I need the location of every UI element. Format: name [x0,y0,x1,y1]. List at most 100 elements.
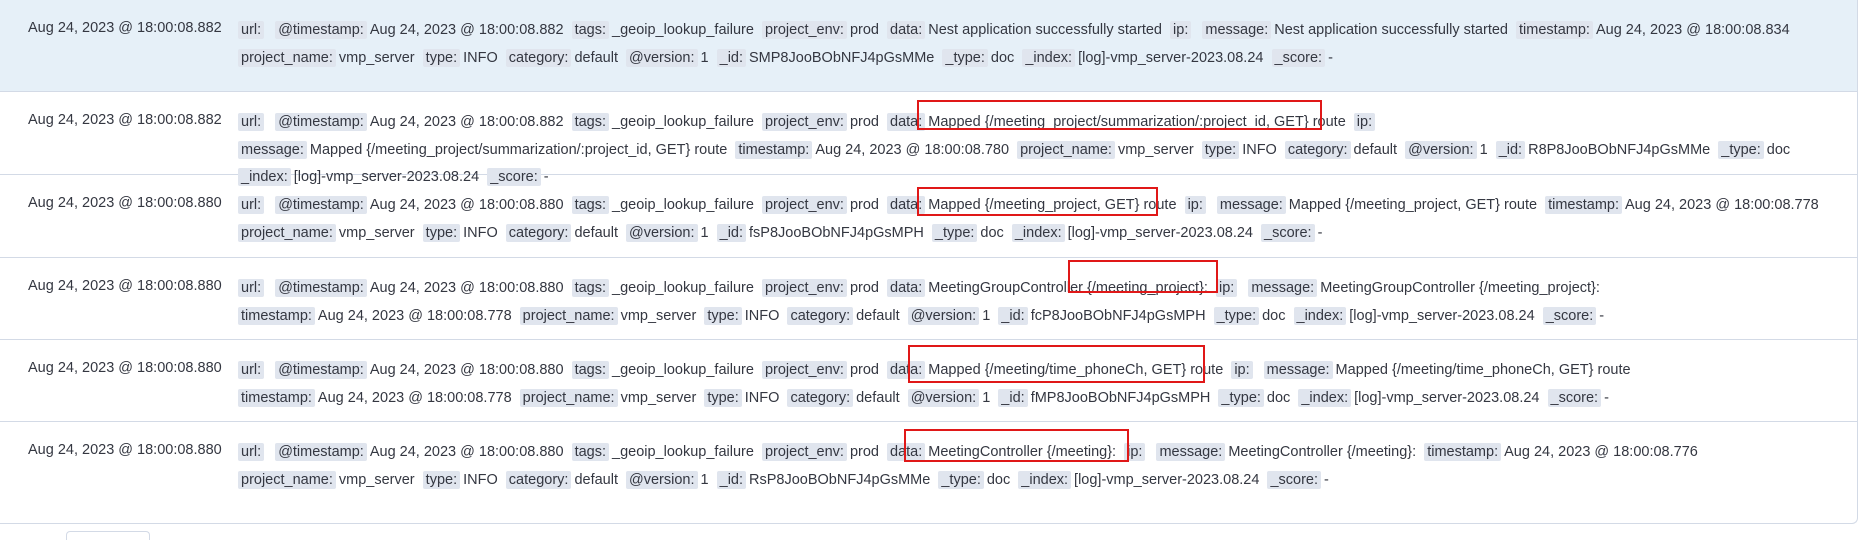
field-key: timestamp: [238,388,315,407]
field-key: url: [238,361,265,379]
field-pair: _type: doc [1718,140,1794,159]
field-value: default [574,224,618,241]
field-pair: category: default [505,470,622,489]
field-pair: project_name: vmp_server [238,48,419,67]
field-value: INFO [463,49,498,66]
field-pair: project_env: prod [761,361,883,379]
row-timestamp: Aug 24, 2023 @ 18:00:08.880 [28,360,222,376]
field-key: data: [887,279,926,297]
field-value: 1 [700,49,709,66]
field-value: Mapped {/meeting/time_phoneCh, GET} rout… [928,362,1224,378]
field-key: timestamp: [1424,443,1502,461]
row-document: url: @timestamp: Aug 24, 2023 @ 18:00:08.… [238,17,1836,72]
field-pair: _score: - [1547,388,1613,407]
row-document: url: @timestamp: Aug 24, 2023 @ 18:00:08.… [238,192,1836,247]
log-row[interactable]: Aug 24, 2023 @ 18:00:08.882 url: @timest… [0,92,1857,186]
field-pair: data: Nest application successfully start… [887,21,1166,39]
log-row[interactable]: Aug 24, 2023 @ 18:00:08.882 url: @timest… [0,0,1857,92]
field-pair: tags: _geoip_lookup_failure [571,361,758,379]
field-value: Aug 24, 2023 @ 18:00:08.880 [369,362,564,378]
field-pair: project_env: prod [761,113,883,131]
field-key: timestamp: [1516,21,1593,39]
field-pair: message: Mapped {/meeting_project, GET} r… [1216,196,1541,214]
field-value: 1 [982,389,991,406]
field-value: SMP8JooBObNFJ4pGsMMe [749,49,935,66]
field-key: url: [238,196,265,214]
field-value: vmp_server [620,389,697,406]
field-key: _index: [1022,48,1076,67]
field-pair: _type: doc [938,470,1014,489]
field-pair: @version: 1 [626,48,713,67]
field-pair: type: INFO [704,388,783,407]
field-value: Mapped {/meeting/time_phoneCh, GET} rout… [1335,362,1631,378]
field-key: type: [422,48,461,67]
field-key: data: [887,21,926,39]
log-row[interactable]: Aug 24, 2023 @ 18:00:08.880 url: @timest… [0,258,1857,340]
row-timestamp: Aug 24, 2023 @ 18:00:08.882 [28,112,222,128]
field-pair: _index: [log]-vmp_server-2023.08.24 [1298,388,1543,407]
field-key: category: [505,48,572,67]
field-pair: category: default [505,48,622,67]
field-value: _geoip_lookup_failure [612,197,754,213]
field-value: MeetingGroupController {/meeting_project… [928,280,1208,296]
field-pair: _id: R8P8JooBObNFJ4pGsMMe [1495,140,1715,159]
field-key: _type: [1218,388,1264,407]
field-value: Mapped {/meeting_project/summarization/:… [309,141,728,158]
log-row[interactable]: Aug 24, 2023 @ 18:00:08.880 url: @timest… [0,175,1857,258]
field-key: @timestamp: [275,21,367,39]
field-pair: _type: doc [942,48,1018,67]
field-key: _index: [1011,223,1065,242]
field-pair: _index: [log]-vmp_server-2023.08.24 [1293,306,1539,325]
field-key: project_name: [1017,140,1115,159]
field-key: category: [787,306,854,325]
field-key: tags: [571,443,610,461]
field-pair: @timestamp: Aug 24, 2023 @ 18:00:08.880 [275,279,567,297]
field-value: _geoip_lookup_failure [612,362,754,378]
field-pair: url: [238,113,271,131]
field-key: _type: [931,223,978,242]
field-key: category: [505,470,572,489]
field-pair: message: MeetingGroupController {/meeting… [1248,279,1604,297]
field-pair: @timestamp: Aug 24, 2023 @ 18:00:08.880 [275,443,567,461]
field-key: ip: [1170,21,1192,39]
field-value: doc [986,471,1011,488]
field-key: _id: [716,48,747,67]
field-pair: _score: - [1271,48,1337,67]
field-value: fMP8JooBObNFJ4pGsMPH [1030,389,1211,406]
field-pair: _type: doc [931,223,1008,242]
field-key: project_env: [761,21,847,39]
field-pair: @timestamp: Aug 24, 2023 @ 18:00:08.882 [275,21,567,39]
field-key: message: [1216,196,1286,214]
field-value: [log]-vmp_server-2023.08.24 [1067,224,1253,241]
field-key: url: [238,21,265,39]
field-key: _type: [1213,306,1260,325]
field-value: - [1328,49,1333,66]
field-key: _type: [942,48,988,67]
field-key: timestamp: [238,306,315,325]
field-value: - [1317,224,1323,241]
field-key: _type: [938,470,984,489]
field-value: Aug 24, 2023 @ 18:00:08.880 [369,197,564,213]
field-pair: data: MeetingGroupController {/meeting_pr… [887,279,1212,297]
field-value: doc [980,224,1004,241]
field-pair: ip: [1215,279,1244,297]
field-key: @timestamp: [275,196,367,214]
field-value: - [1599,307,1605,324]
row-timestamp: Aug 24, 2023 @ 18:00:08.882 [28,20,222,36]
field-key: _score: [1271,48,1326,67]
log-row[interactable]: Aug 24, 2023 @ 18:00:08.880 url: @timest… [0,422,1857,523]
field-value: _geoip_lookup_failure [612,280,754,296]
field-pair: category: default [787,388,903,407]
field-value: doc [1266,389,1291,406]
log-row[interactable]: Aug 24, 2023 @ 18:00:08.880 url: @timest… [0,340,1857,422]
row-timestamp: Aug 24, 2023 @ 18:00:08.880 [28,442,222,458]
field-key: _id: [998,388,1028,407]
field-key: @version: [626,470,698,489]
field-key: @timestamp: [275,113,367,131]
field-key: _score: [1267,470,1322,489]
field-key: @timestamp: [275,443,367,461]
field-value: default [574,471,618,488]
field-key: @version: [626,223,698,242]
field-pair: ip: [1184,196,1213,214]
field-pair: @version: 1 [626,223,713,242]
